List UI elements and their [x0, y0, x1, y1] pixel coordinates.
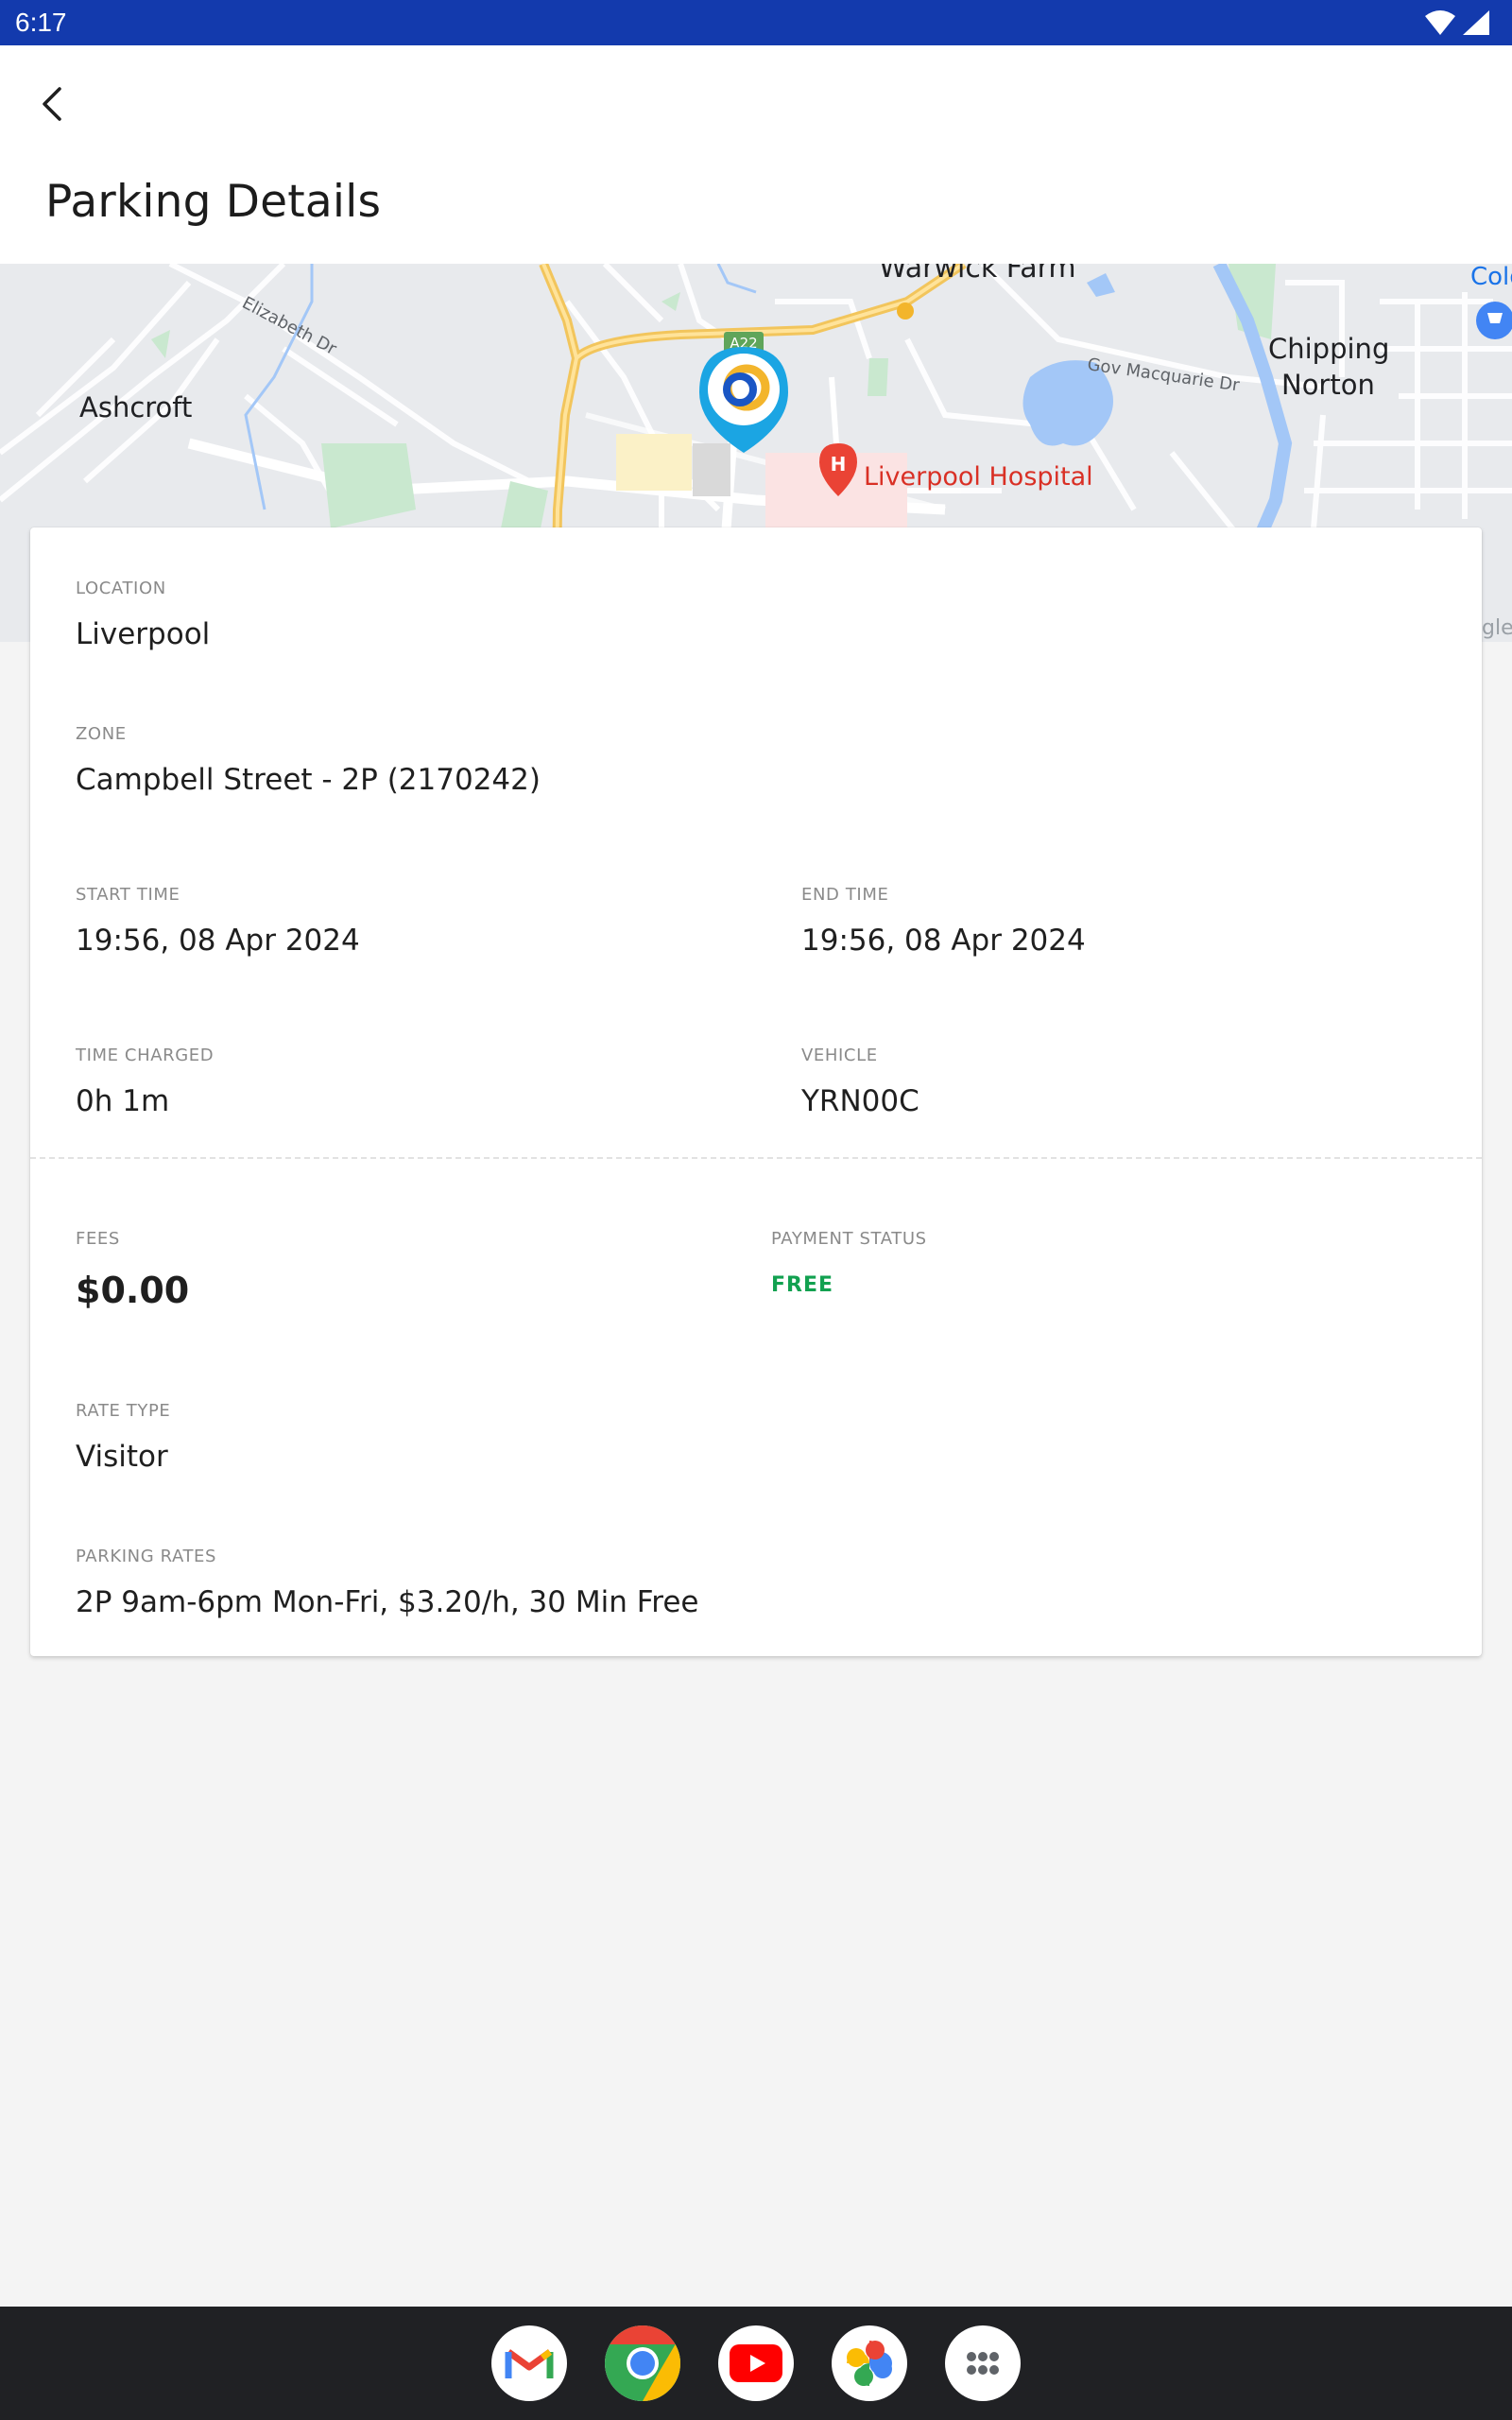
system-dock [0, 2307, 1512, 2420]
zone-value: Campbell Street - 2P (2170242) [76, 763, 541, 797]
status-icons [1425, 10, 1489, 35]
rate-type-label: RATE TYPE [76, 1401, 171, 1421]
back-button[interactable] [26, 78, 79, 130]
svg-text:H: H [831, 453, 847, 475]
end-time-label: END TIME [801, 885, 889, 905]
app-bar: Parking Details [0, 45, 1512, 264]
map-label-liverpool-hospital: Liverpool Hospital [864, 462, 1093, 492]
status-bar: 6:17 [0, 0, 1512, 45]
time-charged-label: TIME CHARGED [76, 1046, 215, 1065]
field-payment-status: PAYMENT STATUS FREE [771, 1229, 927, 1297]
parking-location-pin-icon[interactable] [699, 347, 788, 453]
field-rate-type: RATE TYPE Visitor [76, 1401, 170, 1474]
zone-label: ZONE [76, 724, 127, 744]
parking-rates-label: PARKING RATES [76, 1547, 217, 1566]
field-time-charged: TIME CHARGED 0h 1m [76, 1046, 214, 1118]
field-fees: FEES $0.00 [76, 1229, 189, 1311]
map-label-corner: Colo [1470, 264, 1512, 291]
vehicle-value: YRN00C [801, 1084, 919, 1118]
signal-icon [1463, 10, 1489, 35]
section-divider [30, 1157, 1482, 1159]
time-charged-value: 0h 1m [76, 1084, 170, 1118]
shopping-cart-icon [1476, 302, 1512, 339]
field-parking-rates: PARKING RATES 2P 9am-6pm Mon-Fri, $3.20/… [76, 1547, 699, 1619]
location-label: LOCATION [76, 579, 166, 598]
status-time: 6:17 [15, 8, 67, 37]
map-label-ashcroft: Ashcroft [79, 391, 192, 424]
field-zone: ZONE Campbell Street - 2P (2170242) [76, 724, 541, 797]
back-arrow-icon [43, 87, 61, 121]
location-value: Liverpool [76, 617, 211, 651]
rate-type-value: Visitor [76, 1440, 168, 1474]
field-end-time: END TIME 19:56, 08 Apr 2024 [801, 885, 1086, 958]
field-vehicle: VEHICLE YRN00C [801, 1046, 919, 1118]
parking-rates-value: 2P 9am-6pm Mon-Fri, $3.20/h, 30 Min Free [76, 1585, 699, 1619]
payment-status-label: PAYMENT STATUS [771, 1229, 927, 1249]
start-time-value: 19:56, 08 Apr 2024 [76, 924, 360, 958]
payment-status-badge: FREE [771, 1273, 834, 1297]
fees-value: $0.00 [76, 1270, 190, 1311]
page-title: Parking Details [45, 176, 382, 228]
map-label-norton: Norton [1281, 369, 1375, 401]
photos-icon[interactable] [832, 2325, 907, 2401]
google-attribution: gle [1482, 616, 1512, 640]
youtube-icon[interactable] [718, 2325, 794, 2401]
map-label-warwick-farm: Warwick Farm [879, 264, 1076, 285]
screen: 6:17 Parking Details A22 Warwick Farm As… [0, 0, 1512, 2420]
end-time-value: 19:56, 08 Apr 2024 [801, 924, 1086, 958]
fees-label: FEES [76, 1229, 120, 1249]
app-drawer-icon[interactable] [945, 2325, 1021, 2401]
chrome-icon[interactable] [605, 2325, 680, 2401]
parking-details-card: LOCATION Liverpool ZONE Campbell Street … [30, 527, 1482, 1656]
field-location: LOCATION Liverpool [76, 579, 210, 651]
gmail-icon[interactable] [491, 2325, 567, 2401]
field-start-time: START TIME 19:56, 08 Apr 2024 [76, 885, 360, 958]
wifi-icon [1425, 10, 1455, 35]
vehicle-label: VEHICLE [801, 1046, 878, 1065]
map-label-chipping: Chipping [1268, 333, 1389, 365]
start-time-label: START TIME [76, 885, 180, 905]
